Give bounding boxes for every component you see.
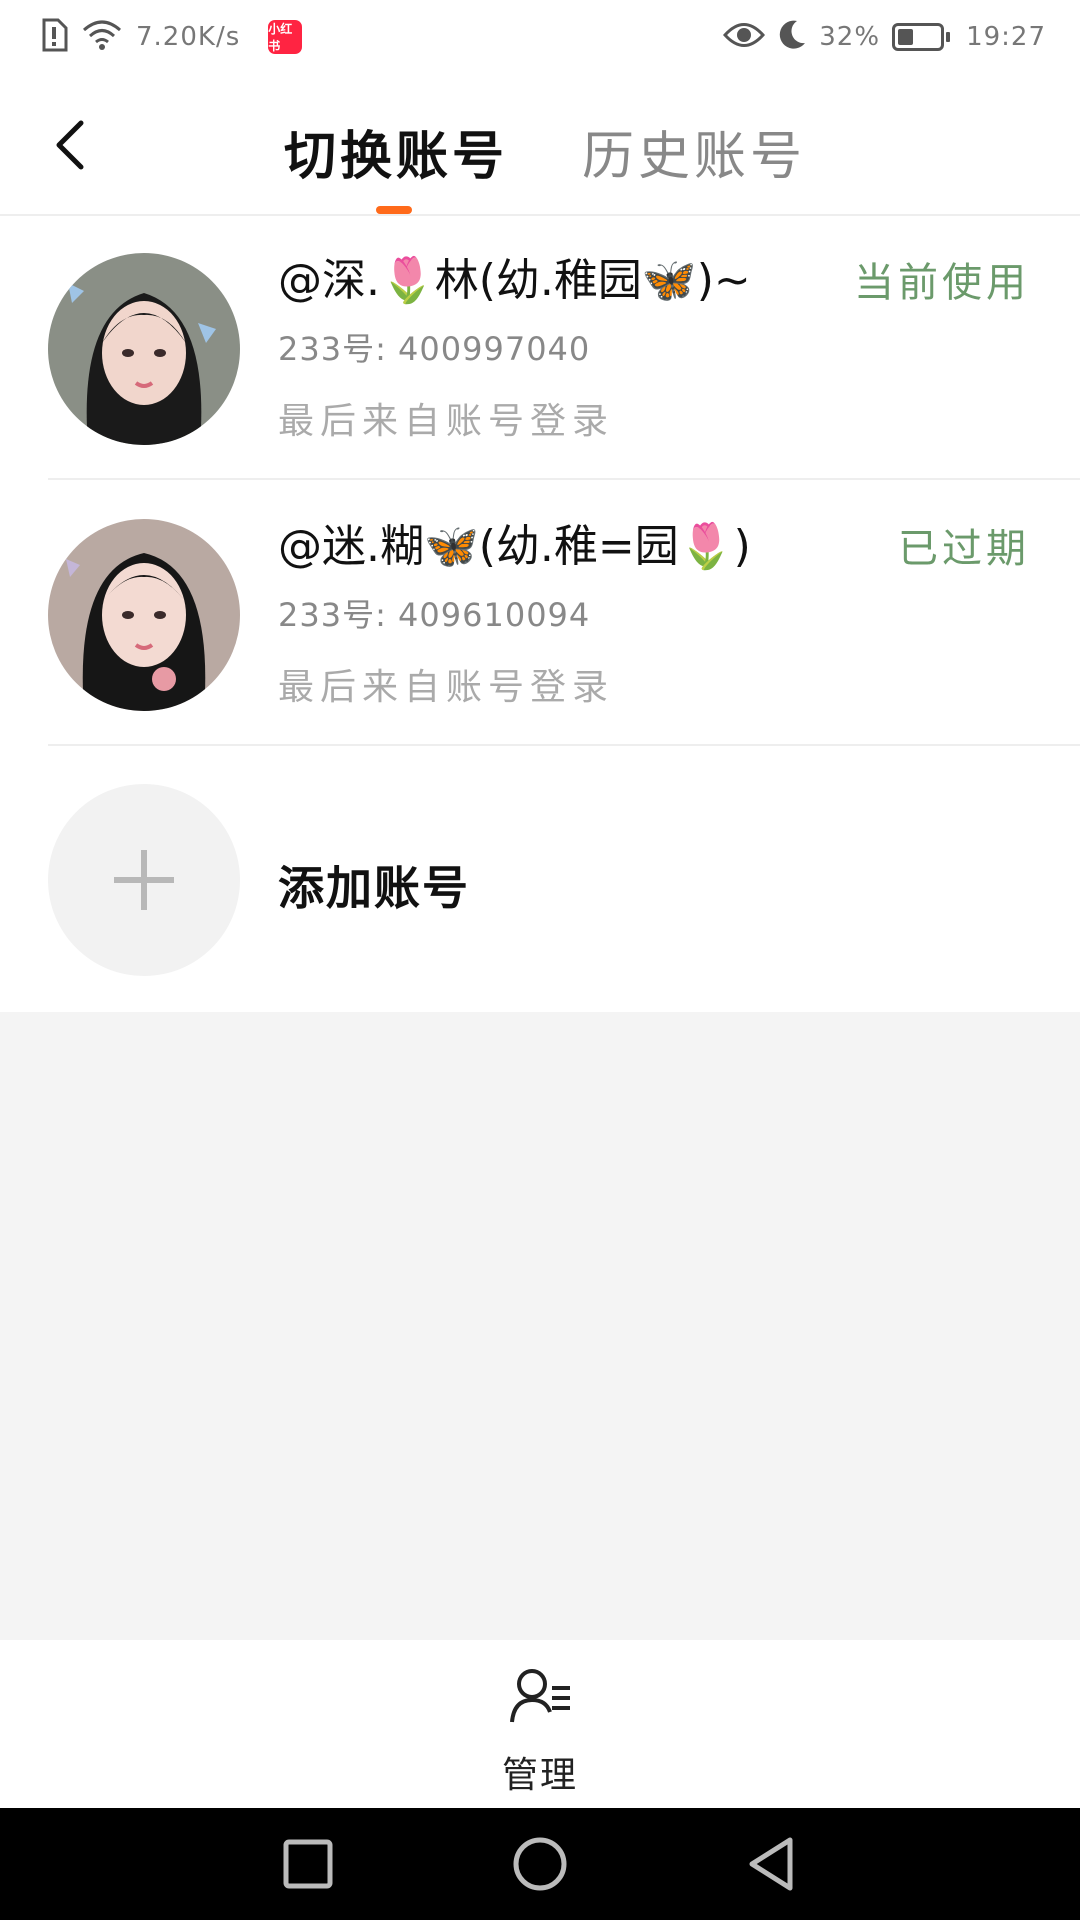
status-bar: 7.20K/s 小红书 32% 19:27: [0, 0, 1080, 76]
bottom-bar: 管理: [0, 1640, 1080, 1808]
moon-icon: [777, 19, 807, 55]
home-button[interactable]: [510, 1834, 570, 1894]
manage-label: 管理: [501, 1755, 578, 1796]
add-account-label: 添加账号: [278, 861, 470, 915]
empty-area: [0, 1012, 1080, 1640]
sim-alert-icon: [40, 18, 68, 56]
top-header: 切换账号 历史账号: [0, 76, 1080, 216]
manage-button[interactable]: 管理: [490, 1666, 590, 1796]
system-nav-bar: [0, 1808, 1080, 1920]
account-name: @迷.糊🦋(幼.稚=园🌷): [278, 521, 751, 572]
triangle-back-icon: [749, 1837, 793, 1891]
account-item-current[interactable]: @深.🌷林(幼.稚园🦋)~ 233号: 400997040 最后来自账号登录 当…: [0, 216, 1080, 480]
status-badge: 当前使用: [854, 260, 1030, 306]
account-id: 233号: 400997040: [278, 330, 591, 368]
account-name: @深.🌷林(幼.稚园🦋)~: [278, 255, 751, 306]
recents-button[interactable]: [278, 1834, 338, 1894]
wifi-icon: [82, 18, 122, 56]
add-account-button[interactable]: 添加账号: [0, 748, 1080, 1012]
tab-switch-account[interactable]: 切换账号: [284, 114, 508, 189]
login-source: 最后来自账号登录: [278, 667, 615, 708]
status-left: 7.20K/s 小红书: [40, 14, 303, 60]
user-manage-icon: [510, 1669, 570, 1723]
back-button[interactable]: [40, 110, 100, 180]
xiaohongshu-app-icon: 小红书: [268, 20, 303, 54]
tab-history-account[interactable]: 历史账号: [582, 114, 806, 189]
account-id: 233号: 409610094: [278, 596, 591, 634]
login-source: 最后来自账号登录: [278, 401, 615, 442]
eye-comfort-icon: [723, 20, 766, 54]
avatar: [48, 519, 240, 711]
chevron-left-icon: [56, 120, 84, 170]
clock: 19:27: [966, 22, 1046, 52]
status-badge: 已过期: [898, 526, 1030, 572]
divider: [48, 478, 1080, 480]
avatar: [48, 253, 240, 445]
add-account-circle: [48, 784, 240, 976]
plus-icon: [114, 850, 174, 910]
square-icon: [283, 1839, 333, 1889]
back-nav-button[interactable]: [742, 1834, 802, 1894]
divider: [48, 744, 1080, 746]
active-tab-indicator: [376, 206, 412, 214]
battery-icon: [892, 23, 951, 51]
circle-icon: [513, 1837, 567, 1891]
network-speed: 7.20K/s: [136, 22, 241, 52]
status-right: 32% 19:27: [723, 14, 1046, 60]
account-item-expired[interactable]: @迷.糊🦋(幼.稚=园🌷) 233号: 409610094 最后来自账号登录 已…: [0, 482, 1080, 746]
battery-percent: 32%: [819, 22, 881, 52]
